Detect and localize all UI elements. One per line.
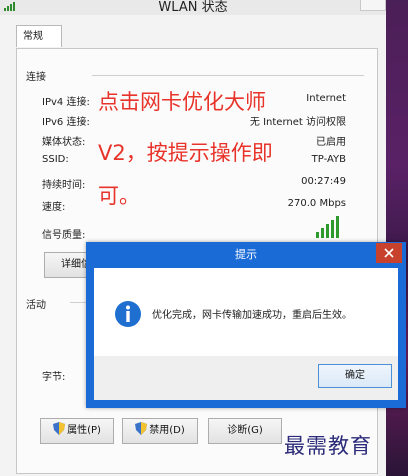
dialog-close-button[interactable] <box>376 243 402 263</box>
ipv6-label: IPv6 连接: <box>42 117 90 128</box>
close-icon <box>384 248 394 258</box>
window-title: WLAN 状态 <box>158 0 228 15</box>
disable-button[interactable]: 禁用(D) <box>122 418 198 444</box>
disable-button-label: 禁用(D) <box>149 425 185 436</box>
shield-icon <box>53 422 66 435</box>
connection-divider <box>92 75 364 76</box>
signal-strength-icon <box>316 216 339 238</box>
signal-quality-label: 信号质量: <box>42 230 86 241</box>
shield-icon <box>135 422 148 435</box>
activity-section-label: 活动 <box>26 300 46 311</box>
properties-button[interactable]: 属性(P) <box>40 418 114 444</box>
bytes-label: 字节: <box>42 372 66 383</box>
info-icon <box>115 301 141 327</box>
dialog-body: 优化完成，网卡传输加速成功，重启后生效。 <box>94 268 398 356</box>
dialog-message: 优化完成，网卡传输加速成功，重启后生效。 <box>152 310 352 321</box>
connection-section-label: 连接 <box>26 72 46 83</box>
media-state-value: 已启用 <box>316 137 346 148</box>
title-bar: WLAN 状态 <box>0 0 386 15</box>
speed-value: 270.0 Mbps <box>287 198 346 209</box>
annotation-line-2: V2，按提示操作即 <box>98 141 273 165</box>
speed-label: 速度: <box>42 202 66 213</box>
annotation-line-3: 可。 <box>98 184 140 208</box>
dialog-footer: 确定 <box>94 356 398 400</box>
ssid-label: SSID: <box>42 154 69 165</box>
ipv4-label: IPv4 连接: <box>42 97 90 108</box>
dialog-title: 提示 <box>235 248 257 261</box>
activity-divider <box>70 302 86 303</box>
window-close-button[interactable] <box>360 0 386 11</box>
watermark-text: 最需教育 <box>284 434 372 458</box>
tab-general[interactable]: 常规 <box>16 25 62 47</box>
ok-button[interactable]: 确定 <box>318 364 392 388</box>
properties-button-label: 属性(P) <box>67 425 101 436</box>
ssid-value: TP-AYB <box>311 154 346 165</box>
diagnose-button[interactable]: 诊断(G) <box>208 418 282 444</box>
duration-value: 00:27:49 <box>301 176 346 187</box>
notice-dialog: 提示 优化完成，网卡传输加速成功，重启后生效。 确定 <box>86 242 406 408</box>
duration-label: 持续时间: <box>42 180 86 191</box>
annotation-line-1: 点击网卡优化大师 <box>98 90 266 114</box>
media-state-label: 媒体状态: <box>42 137 86 148</box>
ipv4-value: Internet <box>306 93 346 104</box>
tab-bar: 常规 <box>6 21 378 48</box>
